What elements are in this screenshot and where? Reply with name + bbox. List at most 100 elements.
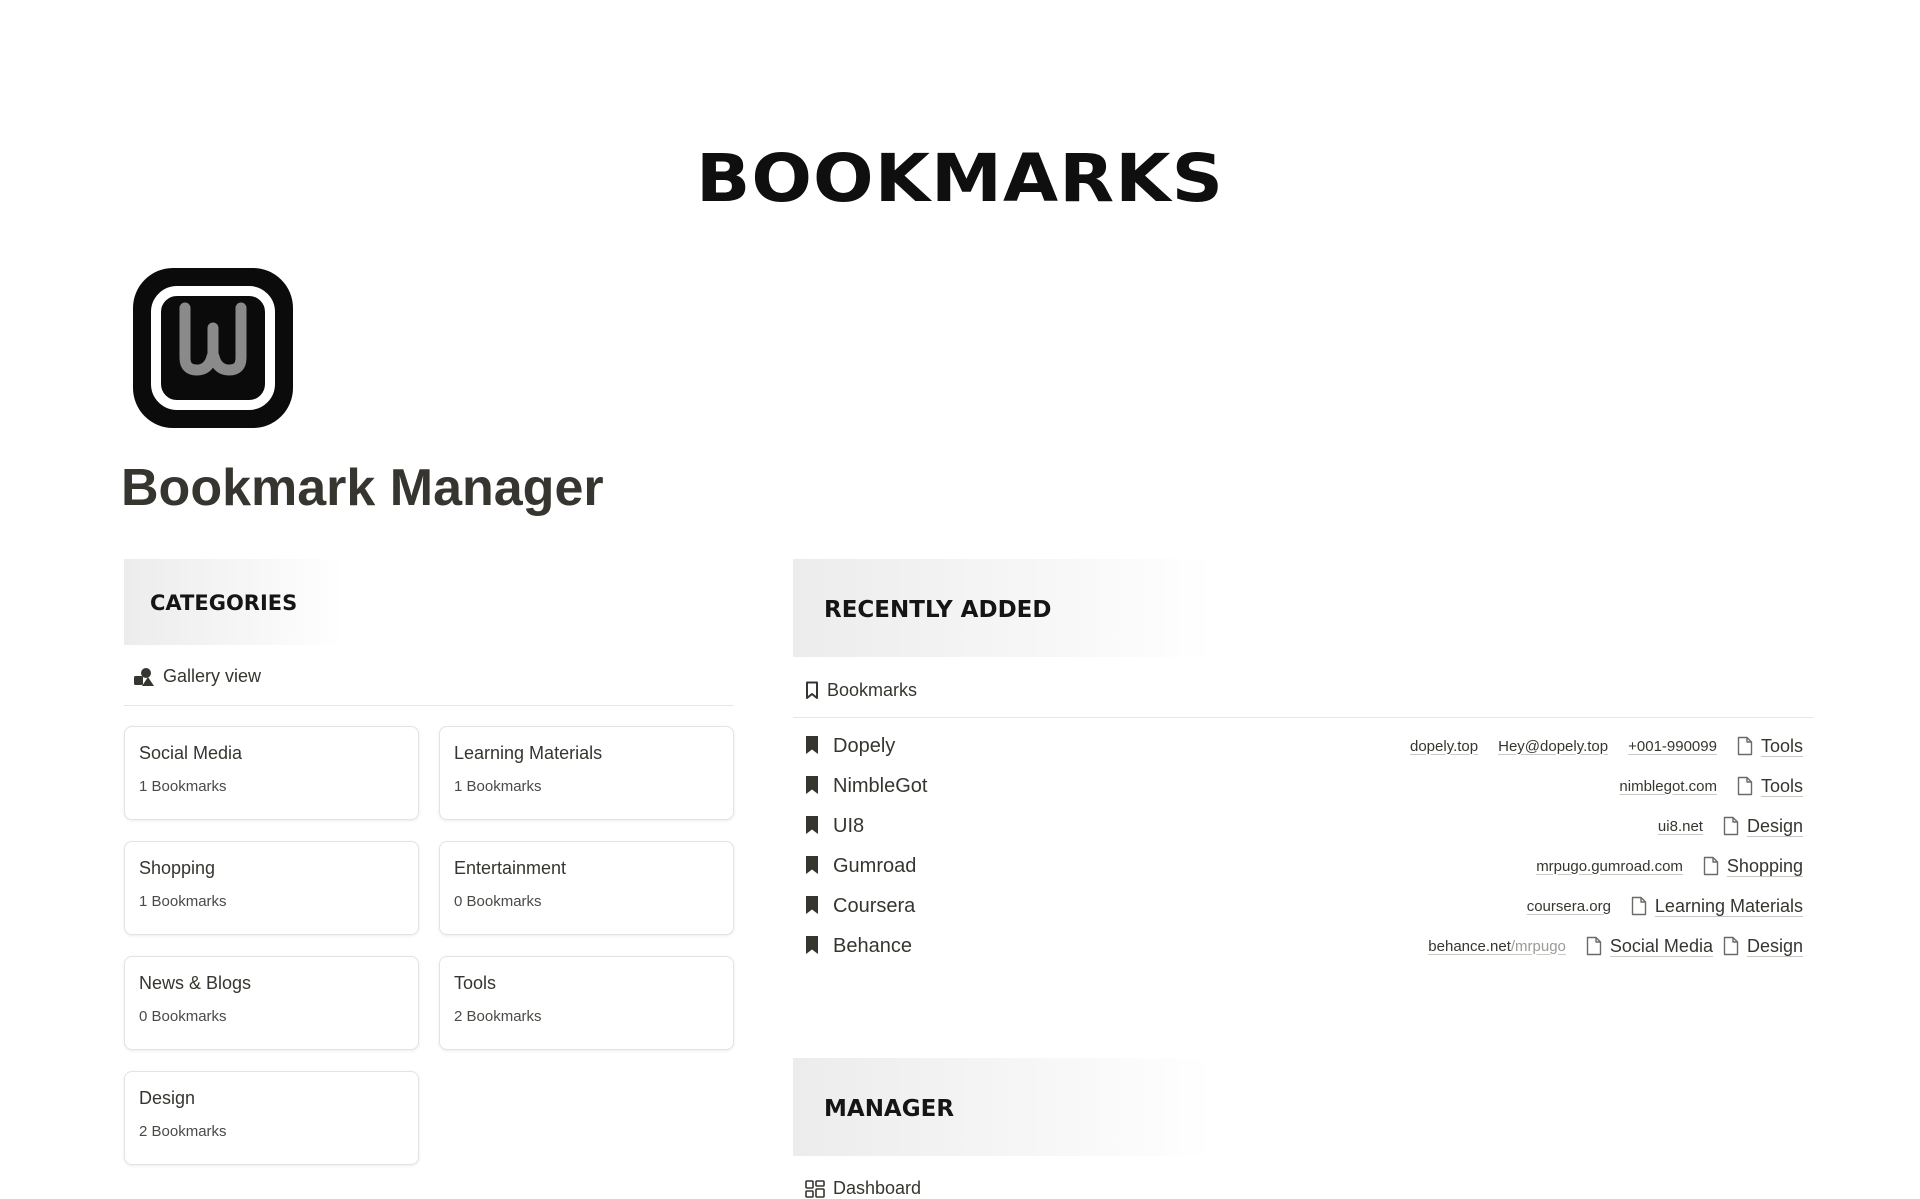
bookmark-properties: mrpugo.gumroad.com Shopping bbox=[1536, 856, 1803, 877]
bookmark-url[interactable]: dopely.top bbox=[1410, 738, 1478, 755]
category-count: 0 Bookmarks bbox=[454, 893, 542, 910]
category-count: 2 Bookmarks bbox=[454, 1008, 542, 1025]
category-title: Shopping bbox=[139, 858, 216, 878]
bookmarks-view-tab[interactable]: Bookmarks bbox=[805, 680, 917, 701]
bookmark-icon bbox=[806, 736, 818, 754]
gallery-divider bbox=[124, 705, 734, 706]
page-icon bbox=[1586, 936, 1602, 956]
bookmark-icon bbox=[806, 896, 818, 914]
bookmark-name[interactable]: Gumroad bbox=[833, 855, 916, 878]
bookmark-name[interactable]: Dopely bbox=[833, 735, 895, 758]
bookmarks-view-label: Bookmarks bbox=[827, 680, 918, 700]
bookmark-properties: behance.net/mrpugo Social Media Design bbox=[1428, 936, 1803, 957]
dashboard-view-tab[interactable]: Dashboard bbox=[805, 1178, 921, 1199]
category-card[interactable]: News & Blogs 0 Bookmarks bbox=[124, 956, 419, 1050]
bookmark-phone[interactable]: +001-990099 bbox=[1628, 738, 1717, 755]
page-icon bbox=[1737, 776, 1753, 796]
category-card[interactable]: Design 2 Bookmarks bbox=[124, 1071, 419, 1165]
w-app-icon[interactable] bbox=[133, 268, 293, 428]
category-relation-label: Learning Materials bbox=[1654, 895, 1803, 916]
manager-header: MANAGER bbox=[793, 1058, 1213, 1156]
bookmark-icon bbox=[806, 776, 818, 794]
w-letter-icon bbox=[179, 302, 247, 376]
bookmark-url-domain: behance.net bbox=[1428, 937, 1511, 955]
bookmark-url[interactable]: ui8.net bbox=[1658, 818, 1703, 835]
hero-title: BOOKMARKS bbox=[695, 140, 1225, 217]
recently-added-header: RECENTLY ADDED bbox=[793, 559, 1213, 657]
bookmark-icon bbox=[806, 936, 818, 954]
bookmark-categories: Learning Materials bbox=[1631, 896, 1803, 917]
category-relation[interactable]: Learning Materials bbox=[1631, 896, 1803, 917]
category-count: 0 Bookmarks bbox=[139, 1008, 227, 1025]
category-count: 1 Bookmarks bbox=[139, 893, 227, 910]
category-card[interactable]: Learning Materials 1 Bookmarks bbox=[439, 726, 734, 820]
bookmark-categories: Tools bbox=[1737, 736, 1803, 757]
bookmark-categories: Design bbox=[1723, 816, 1803, 837]
bookmark-icon bbox=[806, 856, 818, 874]
bookmark-url[interactable]: mrpugo.gumroad.com bbox=[1536, 858, 1683, 875]
page: BOOKMARKS Bookmark Manager CATEGORIES Ga… bbox=[0, 0, 1920, 1199]
category-relation-label: Tools bbox=[1760, 775, 1803, 796]
bookmark-properties: coursera.org Learning Materials bbox=[1527, 896, 1803, 917]
category-count: 1 Bookmarks bbox=[454, 778, 542, 795]
category-relation-label: Design bbox=[1746, 935, 1803, 956]
bookmark-name[interactable]: Coursera bbox=[833, 895, 915, 918]
page-icon bbox=[1703, 856, 1719, 876]
bookmark-properties: dopely.top Hey@dopely.top +001-990099 To… bbox=[1410, 736, 1803, 757]
bookmark-outline-icon bbox=[806, 681, 818, 699]
category-count: 1 Bookmarks bbox=[139, 778, 227, 795]
bookmark-name[interactable]: NimbleGot bbox=[833, 775, 927, 798]
page-icon bbox=[1723, 936, 1739, 956]
bookmark-url-path: /mrpugo bbox=[1510, 937, 1566, 955]
category-card[interactable]: Tools 2 Bookmarks bbox=[439, 956, 734, 1050]
page-title: Bookmark Manager bbox=[121, 459, 604, 517]
bookmark-properties: ui8.net Design bbox=[1658, 816, 1803, 837]
category-card[interactable]: Entertainment 0 Bookmarks bbox=[439, 841, 734, 935]
category-relation-label: Shopping bbox=[1726, 855, 1803, 876]
bookmark-name[interactable]: UI8 bbox=[833, 815, 864, 838]
category-title: Design bbox=[139, 1088, 196, 1108]
category-relation-label: Design bbox=[1746, 815, 1803, 836]
list-item[interactable]: Behance behance.net/mrpugo Social Media … bbox=[793, 926, 1813, 966]
category-count: 2 Bookmarks bbox=[139, 1123, 227, 1140]
list-item[interactable]: UI8 ui8.net Design bbox=[793, 806, 1813, 846]
category-relation-label: Tools bbox=[1760, 735, 1803, 756]
category-relation[interactable]: Design bbox=[1723, 816, 1803, 837]
category-relation[interactable]: Shopping bbox=[1703, 856, 1803, 877]
gallery-view-label: Gallery view bbox=[163, 666, 262, 686]
bookmark-categories: Shopping bbox=[1703, 856, 1803, 877]
bookmark-categories: Tools bbox=[1737, 776, 1803, 797]
bookmark-name[interactable]: Behance bbox=[833, 935, 912, 958]
category-relation[interactable]: Social Media bbox=[1586, 936, 1713, 957]
category-title: Tools bbox=[454, 973, 497, 993]
category-title: Entertainment bbox=[454, 858, 567, 878]
category-card[interactable]: Shopping 1 Bookmarks bbox=[124, 841, 419, 935]
list-item[interactable]: NimbleGot nimblegot.com Tools bbox=[793, 766, 1813, 806]
category-title: News & Blogs bbox=[139, 973, 252, 993]
category-card[interactable]: Social Media 1 Bookmarks bbox=[124, 726, 419, 820]
bookmark-url[interactable]: nimblegot.com bbox=[1619, 778, 1717, 795]
bookmark-url[interactable]: coursera.org bbox=[1527, 898, 1611, 915]
category-relation-label: Social Media bbox=[1609, 935, 1713, 956]
list-item[interactable]: Coursera coursera.org Learning Materials bbox=[793, 886, 1813, 926]
category-relation[interactable]: Design bbox=[1723, 936, 1803, 957]
page-icon bbox=[1737, 736, 1753, 756]
list-item[interactable]: Gumroad mrpugo.gumroad.com Shopping bbox=[793, 846, 1813, 886]
dashboard-view-label: Dashboard bbox=[833, 1178, 922, 1198]
categories-header: CATEGORIES bbox=[124, 559, 344, 645]
bookmark-properties: nimblegot.com Tools bbox=[1619, 776, 1803, 797]
category-relation[interactable]: Tools bbox=[1737, 776, 1803, 797]
category-title: Learning Materials bbox=[454, 743, 603, 763]
bookmark-url[interactable]: behance.net/mrpugo bbox=[1428, 938, 1566, 955]
bookmark-icon bbox=[806, 816, 818, 834]
category-relation[interactable]: Tools bbox=[1737, 736, 1803, 757]
gallery-view-tab[interactable]: Gallery view bbox=[133, 666, 261, 687]
page-icon bbox=[1723, 816, 1739, 836]
shapes-icon bbox=[134, 667, 154, 686]
page-icon bbox=[1631, 896, 1647, 916]
bookmark-email[interactable]: Hey@dopely.top bbox=[1498, 738, 1608, 755]
list-item[interactable]: Dopely dopely.top Hey@dopely.top +001-99… bbox=[793, 726, 1813, 766]
bookmark-categories: Social Media Design bbox=[1586, 936, 1803, 957]
grid-icon bbox=[805, 1179, 825, 1198]
bookmarks-divider bbox=[793, 717, 1813, 718]
